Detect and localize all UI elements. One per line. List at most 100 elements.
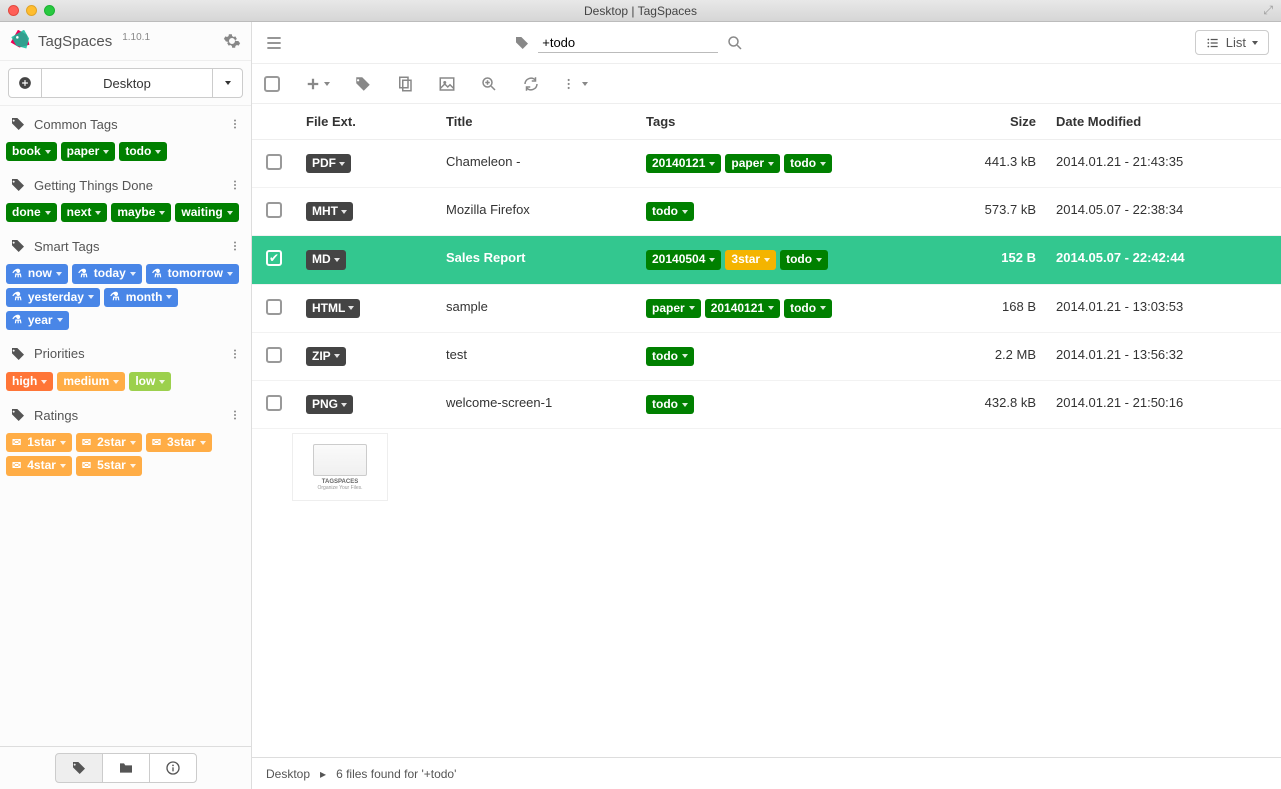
- col-title-header[interactable]: Title: [446, 114, 646, 129]
- tag-group-header[interactable]: Getting Things Done: [0, 167, 251, 201]
- sidebar-tag[interactable]: ⚗tomorrow: [146, 264, 239, 283]
- col-tags-header[interactable]: Tags: [646, 114, 946, 129]
- sidebar-tag[interactable]: ⚗yesterday: [6, 288, 100, 307]
- breadcrumb-path[interactable]: Desktop: [266, 767, 310, 781]
- group-menu-button[interactable]: [229, 408, 241, 422]
- tag-label: 3star: [167, 436, 196, 449]
- sidebar-tag[interactable]: todo: [119, 142, 167, 161]
- table-row[interactable]: ZIPtesttodo2.2 MB2014.01.21 - 13:56:32: [252, 333, 1281, 381]
- row-checkbox[interactable]: ✔: [266, 250, 282, 266]
- tag-label: todo: [652, 398, 678, 411]
- table-row[interactable]: ✔MDSales Report201405043startodo152 B201…: [252, 236, 1281, 284]
- sidebar-tag[interactable]: paper: [61, 142, 116, 161]
- sidebar-tag[interactable]: ✉3star: [146, 433, 212, 452]
- group-menu-button[interactable]: [229, 239, 241, 253]
- file-tag[interactable]: todo: [784, 154, 832, 173]
- tag-group-header[interactable]: Ratings: [0, 397, 251, 431]
- file-tag[interactable]: todo: [646, 202, 694, 221]
- file-tag[interactable]: 20140504: [646, 250, 721, 269]
- tag-group-header[interactable]: Priorities: [0, 336, 251, 370]
- col-ext-header[interactable]: File Ext.: [306, 114, 446, 129]
- group-menu-button[interactable]: [229, 117, 241, 131]
- file-tag[interactable]: todo: [646, 395, 694, 414]
- tags-panel-button[interactable]: [55, 753, 103, 783]
- group-menu-button[interactable]: [229, 347, 241, 361]
- more-options-button[interactable]: [564, 76, 588, 92]
- file-tag[interactable]: 20140121: [646, 154, 721, 173]
- sidebar-tag[interactable]: maybe: [111, 203, 171, 222]
- row-checkbox[interactable]: [266, 154, 282, 170]
- row-checkbox[interactable]: [266, 299, 282, 315]
- col-size-header[interactable]: Size: [946, 114, 1056, 129]
- ext-badge[interactable]: MHT: [306, 202, 353, 221]
- group-menu-button[interactable]: [229, 178, 241, 192]
- view-mode-toggle[interactable]: List: [1195, 30, 1269, 55]
- zoom-button[interactable]: [480, 75, 498, 93]
- ext-badge[interactable]: HTML: [306, 299, 360, 318]
- add-button[interactable]: [304, 75, 330, 93]
- settings-button[interactable]: [223, 32, 241, 50]
- row-checkbox[interactable]: [266, 395, 282, 411]
- status-text: 6 files found for '+todo': [336, 767, 456, 781]
- sidebar-tag[interactable]: ✉5star: [76, 456, 142, 475]
- sidebar-tag[interactable]: high: [6, 372, 53, 391]
- table-row[interactable]: PNGwelcome-screen-1todo432.8 kB2014.01.2…: [252, 381, 1281, 429]
- sidebar-tag[interactable]: ⚗month: [104, 288, 179, 307]
- row-checkbox[interactable]: [266, 202, 282, 218]
- sidebar-tag[interactable]: next: [61, 203, 108, 222]
- table-row[interactable]: MHTMozilla Firefoxtodo573.7 kB2014.05.07…: [252, 188, 1281, 236]
- file-tag[interactable]: 3star: [725, 250, 776, 269]
- copy-button[interactable]: [396, 75, 414, 93]
- ext-badge[interactable]: PDF: [306, 154, 351, 173]
- current-location[interactable]: Desktop: [41, 68, 213, 98]
- sidebar-tag[interactable]: ⚗today: [72, 264, 142, 283]
- sidebar-tag[interactable]: ⚗now: [6, 264, 68, 283]
- select-all-checkbox[interactable]: [264, 76, 280, 92]
- search-button[interactable]: [726, 34, 744, 52]
- sidebar-tag[interactable]: ✉1star: [6, 433, 72, 452]
- col-date-header[interactable]: Date Modified: [1056, 114, 1256, 129]
- file-thumbnail[interactable]: TAGSPACESOrganize Your Files.: [292, 433, 388, 501]
- gear-icon: [223, 32, 241, 50]
- app-version: 1.10.1: [122, 32, 150, 43]
- sidebar-tag[interactable]: book: [6, 142, 57, 161]
- add-location-button[interactable]: [8, 68, 42, 98]
- sidebar-bottom-toolbar: [0, 746, 251, 789]
- tag-label: done: [12, 206, 41, 219]
- sidebar-tag[interactable]: done: [6, 203, 57, 222]
- image-button[interactable]: [438, 75, 456, 93]
- chevron-down-icon: [130, 464, 136, 468]
- sidebar-tag[interactable]: ✉4star: [6, 456, 72, 475]
- ext-badge[interactable]: PNG: [306, 395, 353, 414]
- sidebar-tag[interactable]: medium: [57, 372, 125, 391]
- file-tag[interactable]: paper: [725, 154, 780, 173]
- tag-groups: Common Tags bookpapertodo Getting Things D…: [0, 106, 251, 746]
- file-tag[interactable]: paper: [646, 299, 701, 318]
- row-checkbox[interactable]: [266, 347, 282, 363]
- location-dropdown[interactable]: [213, 68, 243, 98]
- search-input[interactable]: [542, 35, 714, 50]
- tag-group-header[interactable]: Smart Tags: [0, 228, 251, 262]
- app-logo[interactable]: TagSpaces 1.10.1: [10, 30, 150, 52]
- ext-badge[interactable]: ZIP: [306, 347, 346, 366]
- ext-badge[interactable]: MD: [306, 250, 346, 269]
- sidebar-tag[interactable]: low: [129, 372, 171, 391]
- file-tag[interactable]: todo: [780, 250, 828, 269]
- file-tag[interactable]: 20140121: [705, 299, 780, 318]
- refresh-button[interactable]: [522, 75, 540, 93]
- tag-action-button[interactable]: [354, 75, 372, 93]
- sidebar-tag[interactable]: ✉2star: [76, 433, 142, 452]
- tag-label: tomorrow: [168, 267, 223, 280]
- toggle-sidebar-button[interactable]: [264, 33, 284, 53]
- file-tag[interactable]: todo: [646, 347, 694, 366]
- tag-icon: [10, 346, 26, 362]
- sidebar-tag[interactable]: waiting: [175, 203, 238, 222]
- info-panel-button[interactable]: [149, 753, 197, 783]
- search-icon: [726, 34, 744, 52]
- table-row[interactable]: HTMLsamplepaper20140121todo168 B2014.01.…: [252, 285, 1281, 333]
- folders-panel-button[interactable]: [102, 753, 150, 783]
- tag-group-header[interactable]: Common Tags: [0, 106, 251, 140]
- sidebar-tag[interactable]: ⚗year: [6, 311, 69, 330]
- file-tag[interactable]: todo: [784, 299, 832, 318]
- table-row[interactable]: PDFChameleon -20140121papertodo441.3 kB2…: [252, 140, 1281, 188]
